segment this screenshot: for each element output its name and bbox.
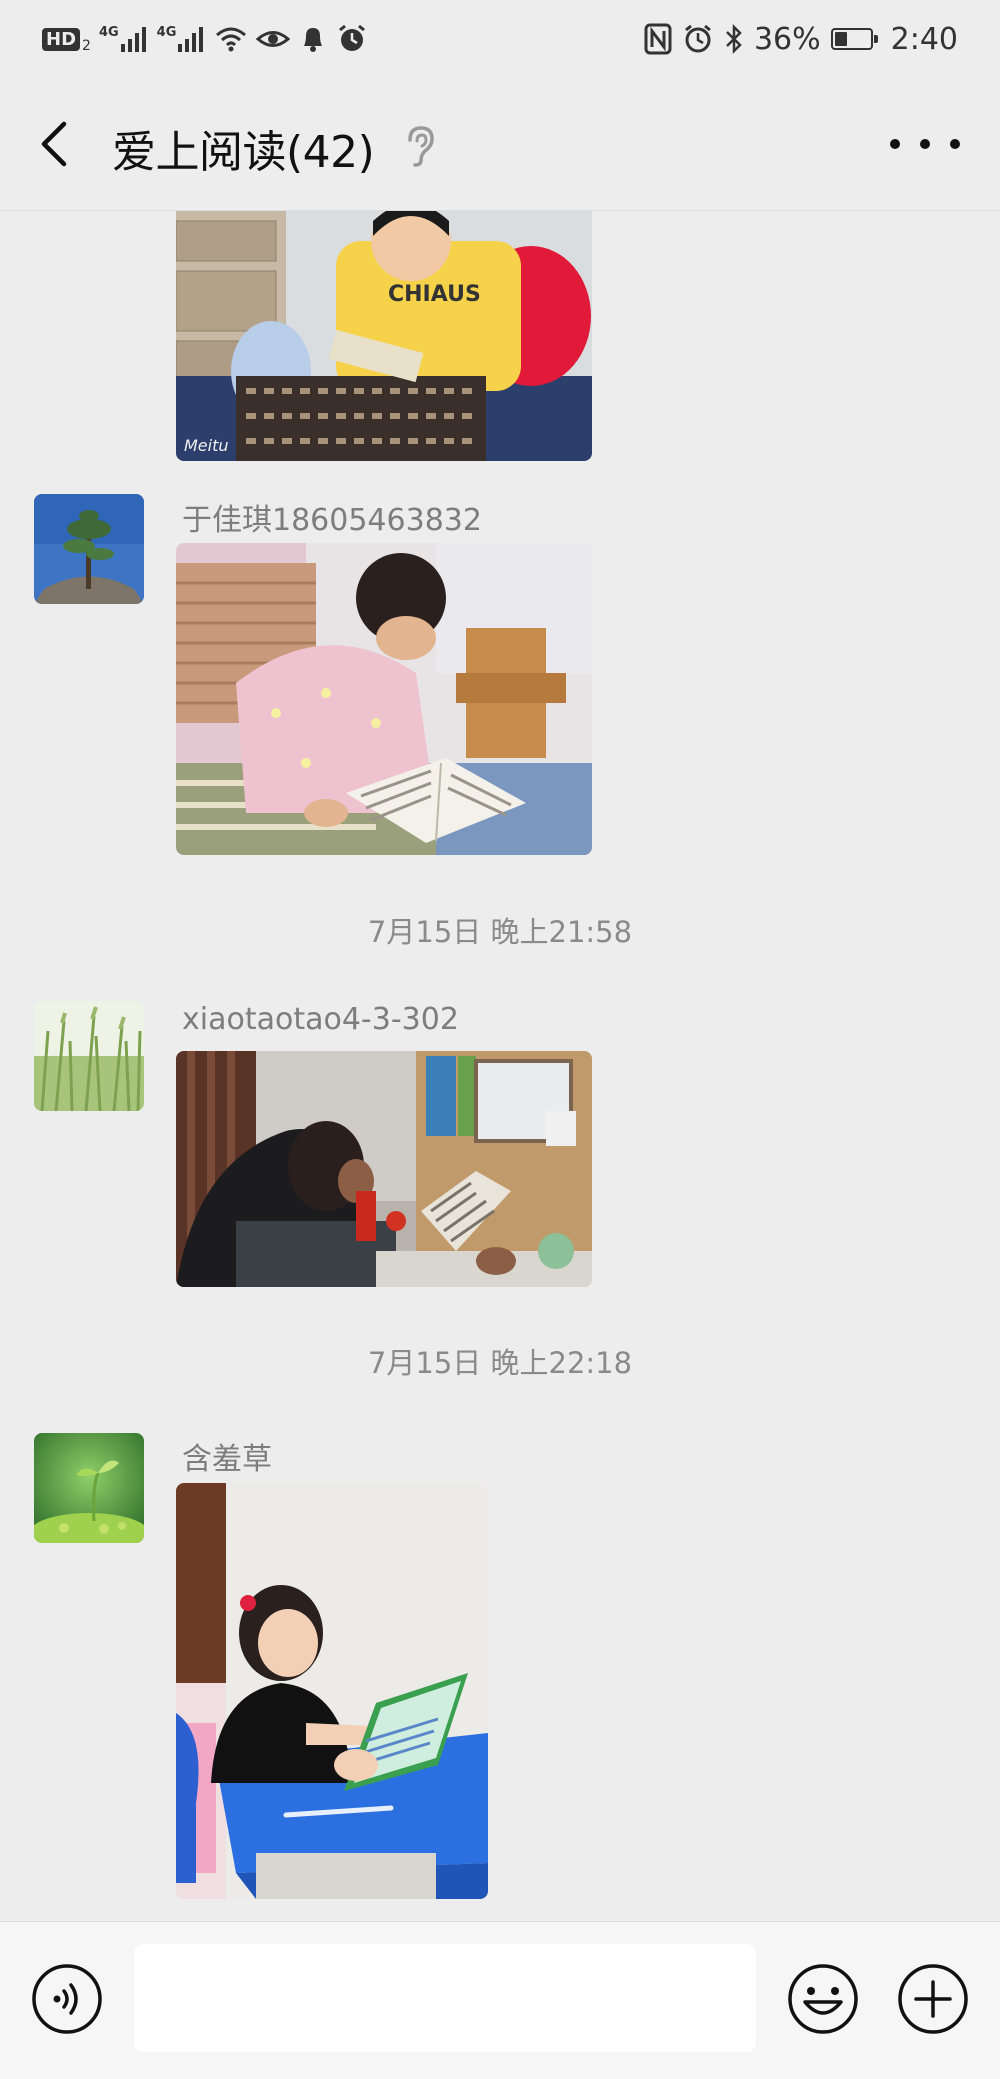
emoji-button[interactable] (786, 1962, 860, 2036)
message-photo[interactable] (176, 543, 592, 855)
message-photo[interactable]: CHIAUS Meitu (176, 211, 592, 461)
hd-badge: HD (42, 27, 81, 51)
signal-icon (120, 27, 146, 52)
photo-boy-reading: CHIAUS Meitu (176, 211, 592, 461)
sender-name: 含羞草 (182, 1442, 272, 1477)
plus-button[interactable] (896, 1962, 970, 2036)
chat-title: 爱上阅读(42) (112, 127, 375, 178)
grass-avatar (34, 1001, 144, 1111)
sender-name: 于佳琪18605463832 (182, 503, 482, 538)
plus-icon (898, 1964, 968, 2034)
svg-text:Meitu: Meitu (184, 436, 229, 455)
message-input-bar (0, 1921, 1000, 2079)
status-left: HD 2 4G 4G (42, 18, 368, 60)
status-right: 36% 2:40 (644, 18, 958, 60)
network-type-1: 4G (98, 24, 119, 40)
photo-child-reading-desk (176, 1051, 592, 1287)
svg-text:CHIAUS: CHIAUS (388, 282, 481, 307)
battery-percent: 36% (753, 21, 821, 57)
more-dot (920, 139, 930, 149)
hd-badge-sub: 2 (82, 38, 91, 54)
battery-icon (830, 28, 878, 50)
sprout-avatar (34, 1433, 144, 1543)
avatar[interactable] (34, 1433, 144, 1543)
avatar[interactable] (34, 1001, 144, 1111)
back-button[interactable] (30, 114, 78, 174)
alarm-clock-icon (685, 24, 711, 53)
photo-girl-blue-desk (176, 1483, 488, 1899)
bell-icon (304, 28, 323, 52)
nfc-icon (644, 23, 672, 55)
ear-icon (408, 126, 434, 167)
timestamp: 7月15日 晚上21:58 (367, 915, 633, 949)
battery-level (834, 32, 847, 46)
status-bar: HD 2 4G 4G 36% 2:40 (0, 0, 1000, 78)
emoji-icon (788, 1964, 858, 2034)
sender-name: xiaotaotao4-3-302 (182, 1002, 459, 1037)
eye-icon (256, 31, 291, 47)
timestamp: 7月15日 晚上22:18 (367, 1346, 633, 1380)
message-input[interactable] (134, 1944, 756, 2052)
more-dot (950, 139, 960, 149)
alarm-icon (339, 24, 366, 51)
avatar[interactable] (34, 494, 144, 604)
more-options-button[interactable] (890, 124, 960, 164)
chevron-left-icon (41, 121, 67, 167)
pine-tree-avatar (34, 494, 144, 604)
chat-header: 爱上阅读(42) (0, 78, 1000, 211)
clock-time: 2:40 (890, 21, 958, 57)
more-dot (890, 139, 900, 149)
message-photo[interactable] (176, 1051, 592, 1287)
photo-girl-reading (176, 543, 592, 855)
voice-button[interactable] (30, 1962, 104, 2036)
chat-messages[interactable]: CHIAUS Meitu 于佳琪18605463832 7月15日 晚上21:5… (0, 211, 1000, 1921)
voice-icon (32, 1964, 102, 2034)
signal-icon (178, 27, 204, 52)
message-photo[interactable] (176, 1483, 488, 1899)
bluetooth-icon (726, 23, 742, 55)
network-type-2: 4G (156, 24, 177, 40)
wifi-icon (216, 27, 247, 52)
